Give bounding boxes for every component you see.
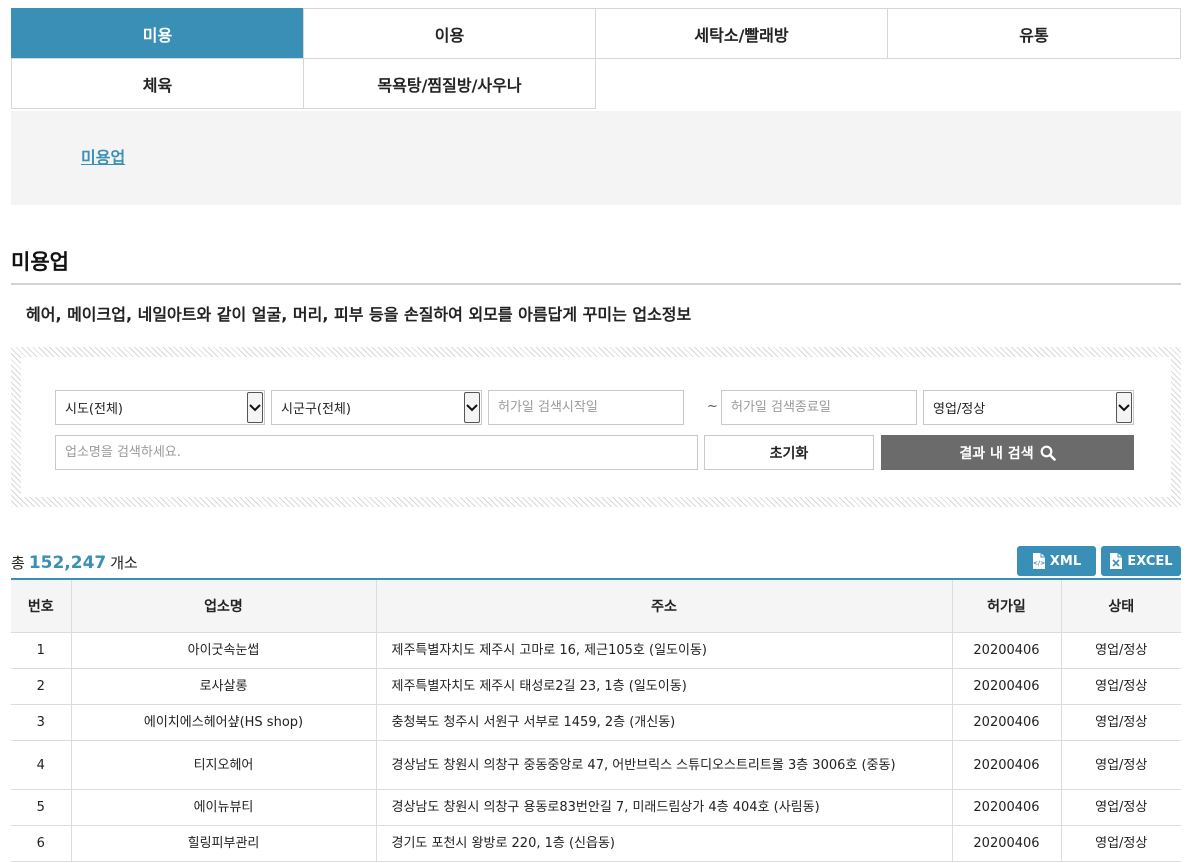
result-total: 총 152,247 개소	[11, 552, 138, 573]
excel-file-icon	[1110, 553, 1123, 569]
tab-retail[interactable]: 유통	[887, 8, 1181, 59]
sido-select[interactable]: 시도(전체)	[55, 390, 265, 425]
cell-permit-date: 20200406	[951, 740, 1061, 790]
cell-address: 경상남도 창원시 의창구 중동중앙로 47, 어반브릭스 스튜디오스트리트몰 3…	[375, 740, 952, 790]
chevron-down-icon	[1116, 392, 1132, 423]
tab-label: 목욕탕/찜질방/사우나	[377, 75, 522, 95]
sub-category-link[interactable]: 미용업	[81, 144, 125, 168]
column-header-status: 상태	[1060, 578, 1181, 633]
table-row[interactable]: 3 에이치에스헤어샾(HS shop) 충청북도 청주시 서원구 서부로 145…	[11, 704, 1181, 741]
table-row[interactable]: 1 아이굿속눈썹 제주특별자치도 제주시 고마로 16, 제근105호 (일도이…	[11, 632, 1181, 669]
cell-status: 영업/정상	[1060, 668, 1181, 705]
cell-name[interactable]: 로사살롱	[70, 668, 376, 705]
page-title: 미용업	[11, 250, 69, 274]
search-icon	[1040, 445, 1056, 461]
sigungu-select[interactable]: 시군구(전체)	[271, 390, 482, 425]
cell-address: 충청북도 청주시 서원구 서부로 1459, 2층 (개신동)	[375, 704, 952, 741]
title-divider	[11, 283, 1181, 285]
cell-name[interactable]: 아이굿속눈썹	[70, 632, 376, 669]
cell-name[interactable]: 티지오헤어	[70, 740, 376, 790]
tab-label: 이용	[434, 25, 465, 45]
tab-label: 미용	[142, 25, 173, 45]
cell-permit-date: 20200406	[951, 825, 1061, 862]
reset-button-label: 초기화	[769, 445, 809, 462]
column-header-number: 번호	[11, 578, 71, 633]
xml-button-label: XML	[1049, 553, 1082, 569]
cell-number: 6	[11, 825, 71, 862]
date-range-separator: ~	[707, 399, 718, 414]
status-select-value: 영업/정상	[933, 402, 986, 417]
cell-name[interactable]: 힐링피부관리	[70, 825, 376, 862]
status-select[interactable]: 영업/정상	[923, 390, 1134, 425]
svg-text:</>: </>	[1033, 560, 1045, 567]
cell-permit-date: 20200406	[951, 704, 1061, 741]
cell-status: 영업/정상	[1060, 825, 1181, 862]
xml-download-button[interactable]: </> XML	[1017, 546, 1096, 576]
start-date-input[interactable]	[488, 390, 684, 425]
cell-name[interactable]: 에이치에스헤어샾(HS shop)	[70, 704, 376, 741]
cell-number: 4	[11, 740, 71, 790]
table-header-row: 번호 업소명 주소 허가일 상태	[11, 578, 1181, 633]
total-suffix: 개소	[110, 554, 138, 572]
sigungu-select-value: 시군구(전체)	[281, 402, 351, 417]
chevron-down-icon	[247, 392, 263, 423]
business-name-search-input[interactable]	[55, 435, 698, 470]
column-header-permit-date: 허가일	[951, 578, 1061, 633]
excel-download-button[interactable]: EXCEL	[1101, 546, 1181, 576]
xml-file-icon: </>	[1033, 553, 1045, 569]
table-row[interactable]: 4 티지오헤어 경상남도 창원시 의창구 중동중앙로 47, 어반브릭스 스튜디…	[11, 740, 1181, 790]
table-row[interactable]: 6 힐링피부관리 경기도 포천시 왕방로 220, 1층 (신읍동) 20200…	[11, 825, 1181, 862]
cell-number: 2	[11, 668, 71, 705]
cell-address: 경기도 포천시 왕방로 220, 1층 (신읍동)	[375, 825, 952, 862]
table-row[interactable]: 2 로사살롱 제주특별자치도 제주시 태성로2길 23, 1층 (일도이동) 2…	[11, 668, 1181, 705]
chevron-down-icon	[464, 392, 480, 423]
tab-label: 세탁소/빨래방	[694, 25, 789, 45]
sub-category-bar: 미용업	[11, 111, 1181, 205]
cell-status: 영업/정상	[1060, 789, 1181, 826]
search-within-results-button[interactable]: 결과 내 검색	[881, 435, 1134, 470]
tab-bathhouse[interactable]: 목욕탕/찜질방/사우나	[303, 58, 596, 109]
tab-barber[interactable]: 이용	[303, 8, 596, 59]
results-table: 번호 업소명 주소 허가일 상태 1 아이굿속눈썹 제주특별자치도 제주시 고마…	[11, 578, 1181, 862]
search-form: 시도(전체) 시군구(전체) ~ 영업/정상	[21, 357, 1171, 497]
search-button-label: 결과 내 검색	[959, 445, 1034, 462]
table-row[interactable]: 5 에이뉴뷰티 경상남도 창원시 의창구 용동로83번안길 7, 미래드림상가 …	[11, 789, 1181, 826]
cell-address: 제주특별자치도 제주시 고마로 16, 제근105호 (일도이동)	[375, 632, 952, 669]
page-description: 헤어, 메이크업, 네일아트와 같이 얼굴, 머리, 피부 등을 손질하여 외모…	[26, 305, 692, 324]
cell-name[interactable]: 에이뉴뷰티	[70, 789, 376, 826]
column-header-name: 업소명	[70, 578, 376, 633]
cell-address: 경상남도 창원시 의창구 용동로83번안길 7, 미래드림상가 4층 404호 …	[375, 789, 952, 826]
tab-beauty[interactable]: 미용	[11, 8, 304, 59]
total-prefix: 총	[11, 554, 25, 572]
cell-status: 영업/정상	[1060, 704, 1181, 741]
cell-number: 1	[11, 632, 71, 669]
column-header-address: 주소	[375, 578, 952, 633]
cell-status: 영업/정상	[1060, 740, 1181, 790]
cell-status: 영업/정상	[1060, 632, 1181, 669]
search-panel: 시도(전체) 시군구(전체) ~ 영업/정상	[11, 347, 1181, 507]
tab-label: 체육	[142, 75, 173, 95]
cell-address: 제주특별자치도 제주시 태성로2길 23, 1층 (일도이동)	[375, 668, 952, 705]
cell-number: 3	[11, 704, 71, 741]
end-date-input[interactable]	[721, 390, 917, 425]
cell-permit-date: 20200406	[951, 632, 1061, 669]
total-count: 152,247	[28, 553, 107, 573]
tab-laundry[interactable]: 세탁소/빨래방	[595, 8, 888, 59]
excel-button-label: EXCEL	[1127, 553, 1173, 569]
sido-select-value: 시도(전체)	[65, 402, 123, 417]
cell-permit-date: 20200406	[951, 668, 1061, 705]
page: 미용 이용 세탁소/빨래방 유통 체육 목욕탕/찜질방/사우나 미용업 미용업 …	[0, 0, 1191, 863]
cell-number: 5	[11, 789, 71, 826]
tab-sports[interactable]: 체육	[11, 58, 304, 109]
cell-permit-date: 20200406	[951, 789, 1061, 826]
tab-label: 유통	[1019, 25, 1049, 45]
reset-button[interactable]: 초기화	[704, 435, 874, 470]
